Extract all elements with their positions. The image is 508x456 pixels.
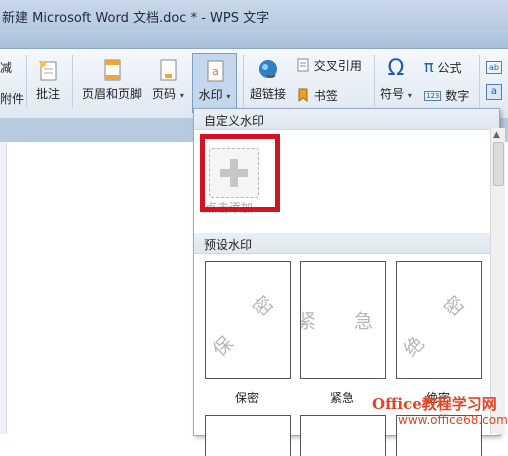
number-icon: 123 <box>424 91 442 101</box>
text-box-icon: ab <box>486 61 502 74</box>
left-margin-strip <box>0 142 7 434</box>
pi-icon: π <box>424 57 434 76</box>
comment-icon <box>39 61 57 81</box>
number-button[interactable]: 123 数字 <box>424 87 469 104</box>
scroll-up-icon[interactable]: ▲ <box>493 130 500 140</box>
vertical-scrollbar[interactable]: ▲ <box>490 128 505 434</box>
symbol-button[interactable]: Ω 符号 ▾ <box>380 57 412 102</box>
header-footer-icon <box>104 59 121 81</box>
cross-reference-icon <box>297 58 309 72</box>
partial-label-bottom: 附件 <box>0 92 25 106</box>
wordart-icon: a <box>486 84 502 100</box>
header-footer-label: 页眉和页脚 <box>82 87 143 101</box>
omega-icon: Ω <box>387 56 405 81</box>
title-bar: 新建 Microsoft Word 文档.doc * - WPS 文字 <box>0 0 508 30</box>
bookmark-button[interactable]: 书签 <box>296 87 338 104</box>
svg-text:a: a <box>212 65 219 78</box>
watermark-icon: a <box>207 60 223 82</box>
thumb-watermark-text: 绝 密 <box>399 280 481 362</box>
thumb-watermark-text: 保 密 <box>208 280 290 362</box>
cross-reference-button[interactable]: 交叉引用 <box>296 57 362 74</box>
ribbon-separator <box>26 55 27 107</box>
highlight-box <box>200 134 280 212</box>
preset-watermark-thumb[interactable] <box>205 415 291 456</box>
ribbon-separator <box>479 55 480 107</box>
custom-watermark-header: 自定义水印 <box>194 109 499 130</box>
partial-label-top: 减 <box>0 61 13 75</box>
site-watermark-url: www.office68.com <box>398 413 508 427</box>
ribbon-separator <box>72 55 73 107</box>
comment-label: 批注 <box>36 87 61 101</box>
number-label: 数字 <box>445 89 470 103</box>
preset-watermark-thumb[interactable]: 紧 急 <box>300 261 386 379</box>
site-watermark-brand: Office教程学习网 <box>372 395 497 413</box>
bookmark-icon <box>298 88 308 102</box>
preset-watermark-thumb[interactable]: 绝 密 <box>396 261 482 379</box>
window-title: 新建 Microsoft Word 文档.doc * - WPS 文字 <box>2 11 270 26</box>
preset-watermark-title: 预设水印 <box>204 238 253 252</box>
hyperlink-button[interactable]: 超链接 <box>250 59 286 102</box>
watermark-label: 水印 <box>198 88 223 102</box>
partial-ribbon-button[interactable]: 减 附件 <box>0 59 24 107</box>
preset-watermark-header: 预设水印 <box>194 233 499 254</box>
watermark-dropdown: 自定义水印 点击添加 预设水印 保 密 紧 急 绝 密 保密 紧急 绝密 <box>193 108 500 456</box>
formula-button[interactable]: π 公式 <box>424 57 461 76</box>
symbol-label: 符号 <box>380 87 405 101</box>
preset-watermark-thumb[interactable] <box>300 415 386 456</box>
hyperlink-label: 超链接 <box>250 87 287 101</box>
comment-button[interactable]: 批注 <box>36 59 60 102</box>
wordart-button[interactable]: a <box>486 83 502 100</box>
bookmark-label: 书签 <box>313 89 338 103</box>
hyperlink-icon <box>259 60 277 78</box>
page-number-label: 页码 <box>152 87 177 101</box>
preset-watermark-label: 保密 <box>234 391 259 405</box>
scrollbar-thumb[interactable] <box>493 142 504 186</box>
custom-watermark-title: 自定义水印 <box>204 114 265 128</box>
ribbon-separator <box>243 55 244 107</box>
page-number-button[interactable]: 页码 ▾ <box>152 59 184 102</box>
preset-watermark-thumb[interactable]: 保 密 <box>205 261 291 379</box>
chevron-down-icon: ▾ <box>407 91 412 100</box>
watermark-button[interactable]: a 水印 ▾ <box>192 53 237 113</box>
header-footer-button[interactable]: 页眉和页脚 <box>82 59 142 102</box>
ribbon-separator <box>374 55 375 107</box>
cross-reference-label: 交叉引用 <box>313 59 362 73</box>
chevron-down-icon: ▾ <box>226 92 231 101</box>
thumb-watermark-text: 紧 急 <box>300 310 386 333</box>
chevron-down-icon: ▾ <box>179 91 184 100</box>
ribbon-tab-strip <box>0 30 508 49</box>
page-number-icon <box>160 59 177 81</box>
text-box-button[interactable]: ab <box>486 59 502 74</box>
formula-label: 公式 <box>437 61 462 75</box>
